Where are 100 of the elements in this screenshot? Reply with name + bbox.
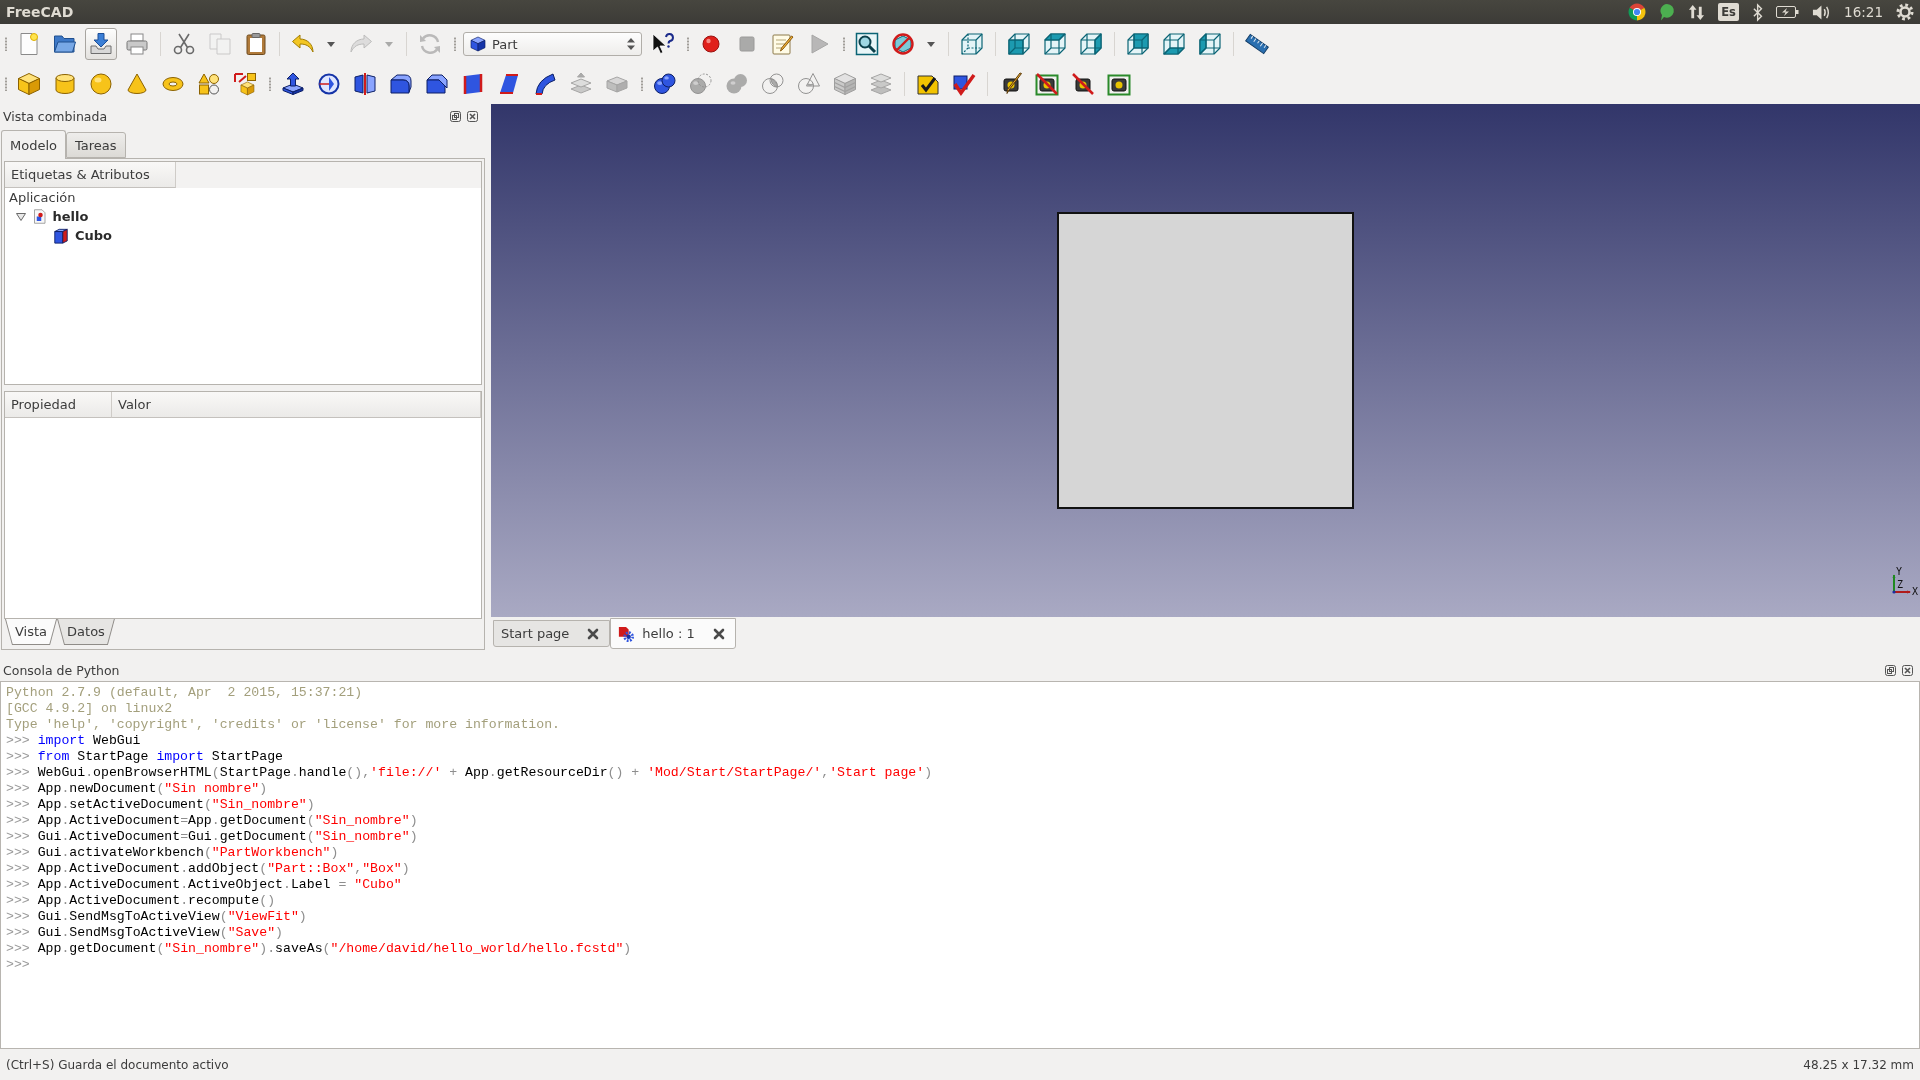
console-line: >>> App.getDocument("Sin_nombre").saveAs("/home/david/hello_world/hello.fcstd")	[6, 941, 633, 957]
console-line: >>> Gui.activateWorkbench("PartWorkbench")	[6, 845, 340, 861]
section-icon	[797, 72, 821, 96]
3d-viewport[interactable]: Y Z X	[491, 104, 1920, 617]
tab[interactable]: Datos	[57, 619, 115, 645]
caret-icon	[385, 41, 393, 47]
console-line: Type 'help', 'copyright', 'credits' or 'license' for more information.	[6, 717, 561, 733]
expand-toggle[interactable]	[15, 210, 27, 223]
shape-check-icon	[916, 72, 940, 96]
updown-arrows-icon	[627, 38, 635, 50]
bluetooth-icon[interactable]	[1751, 3, 1764, 21]
sweep-icon	[533, 72, 557, 96]
column-header: Valor	[112, 392, 481, 418]
spheres-union-icon	[725, 72, 749, 96]
clock-time[interactable]: 16:21	[1844, 4, 1883, 20]
tab[interactable]: Tareas	[66, 132, 126, 158]
scissors-icon	[172, 32, 196, 56]
toolbar-grip[interactable]	[453, 37, 457, 51]
prohibited-cube-icon	[891, 32, 915, 56]
cross-sections-icon	[833, 72, 857, 96]
toolbar-grip[interactable]	[842, 37, 846, 51]
record-icon	[699, 32, 723, 56]
save-icon	[89, 32, 113, 56]
float-icon	[1885, 665, 1896, 676]
axis-label: Z	[1897, 579, 1904, 590]
transfer-arrows-icon[interactable]	[1688, 3, 1706, 21]
cube-rear-face-icon	[1126, 32, 1150, 56]
shapes-icon	[197, 72, 221, 96]
cube-icon	[17, 72, 41, 96]
volume-icon[interactable]	[1812, 3, 1832, 21]
toolbar-grip[interactable]	[4, 37, 8, 51]
layers-icon	[569, 72, 593, 96]
console-line: >>> import WebGui	[6, 733, 142, 749]
notepad-pencil-icon	[771, 32, 795, 56]
sphere-icon	[89, 72, 113, 96]
cube-front-face-icon	[1007, 32, 1031, 56]
document-gear-icon	[618, 625, 635, 642]
float-button[interactable]	[1884, 664, 1897, 677]
toolbar-grip[interactable]	[686, 37, 690, 51]
folder-icon	[53, 32, 77, 56]
console-line: >>> App.ActiveDocument.ActiveObject.Label = "Cubo"	[6, 877, 403, 893]
sphere-cut-icon	[689, 72, 713, 96]
document-icon	[33, 209, 47, 224]
console-line: >>> Gui.SendMsgToActiveView("ViewFit")	[6, 909, 308, 925]
check-mark-shape-icon	[952, 72, 976, 96]
tree-item[interactable]: Cubo	[75, 228, 113, 243]
window-title: FreeCAD	[6, 4, 74, 20]
console-line: Python 2.7.9 (default, Apr 2 2015, 15:37:21)	[6, 685, 364, 701]
float-icon	[450, 110, 461, 122]
close-button[interactable]	[466, 109, 479, 123]
console-line: >>> App.ActiveDocument=App.getDocument("Sin_nombre")	[6, 813, 419, 829]
tab[interactable]: Modelo	[1, 130, 66, 159]
toolbar-grip[interactable]	[640, 77, 644, 91]
battery-icon[interactable]	[1776, 6, 1800, 18]
settings-icon[interactable]	[1896, 3, 1914, 21]
spheres-intersection-icon	[761, 72, 785, 96]
help-pointer-icon	[651, 32, 675, 56]
revolve-icon	[317, 72, 341, 96]
float-button[interactable]	[449, 109, 462, 123]
crossed-box-icon	[1035, 72, 1059, 96]
tree-root-label: Aplicación	[8, 189, 77, 207]
status-message: (Ctrl+S) Guarda el documento activo	[6, 1058, 229, 1072]
chamfer-icon	[425, 72, 449, 96]
compound-icon	[869, 72, 893, 96]
ruled-surface-icon	[461, 72, 485, 96]
axis-label: X	[1912, 586, 1919, 597]
keyboard-layout-indicator[interactable]: Es	[1718, 3, 1739, 21]
clipboard-icon	[244, 32, 268, 56]
fillet-icon	[389, 72, 413, 96]
chat-bubble-icon[interactable]	[1659, 3, 1676, 21]
printer-icon	[125, 32, 149, 56]
loft-icon	[497, 72, 521, 96]
circle-logo-icon[interactable]	[1628, 3, 1647, 21]
console-line: >>> WebGui.openBrowserHTML(StartPage.handle(),'file://' + App.getResourceDir() + 'Mod/Start/StartPage/','Start page')	[6, 765, 934, 781]
document-tab[interactable]: Start page	[493, 620, 611, 647]
toolbar-grip[interactable]	[268, 77, 272, 91]
tree-item[interactable]: hello	[52, 209, 89, 224]
caret-icon	[927, 41, 935, 47]
close-icon	[467, 110, 478, 122]
mirror-icon	[353, 72, 377, 96]
console-line: >>>	[6, 957, 31, 973]
console-line: >>> App.setActiveDocument("Sin_nombre")	[6, 797, 316, 813]
tab[interactable]: Vista	[5, 619, 58, 645]
cube-right-face-icon	[1079, 32, 1103, 56]
axis-cross-icon	[1892, 574, 1912, 594]
workbench-selector[interactable]: Part	[463, 32, 642, 56]
document-tab[interactable]: hello : 1	[610, 618, 736, 649]
console-line: >>> App.ActiveDocument.addObject("Part::Box","Box")	[6, 861, 411, 877]
cube-top-face-icon	[1043, 32, 1067, 56]
console-line: >>> from StartPage import StartPage	[6, 749, 284, 765]
panel-title: Vista combinada	[3, 108, 109, 124]
close-icon[interactable]	[712, 627, 725, 640]
column-header: Propiedad	[5, 392, 112, 418]
console-line: >>> Gui.ActiveDocument=Gui.getDocument("Sin_nombre")	[6, 829, 419, 845]
cube-bottom-face-icon	[1162, 32, 1186, 56]
close-button[interactable]	[1901, 664, 1914, 677]
panel-title: Consola de Python	[3, 663, 121, 678]
toolbar-grip[interactable]	[4, 77, 8, 91]
close-icon[interactable]	[587, 627, 600, 640]
cube-icon	[53, 227, 69, 244]
